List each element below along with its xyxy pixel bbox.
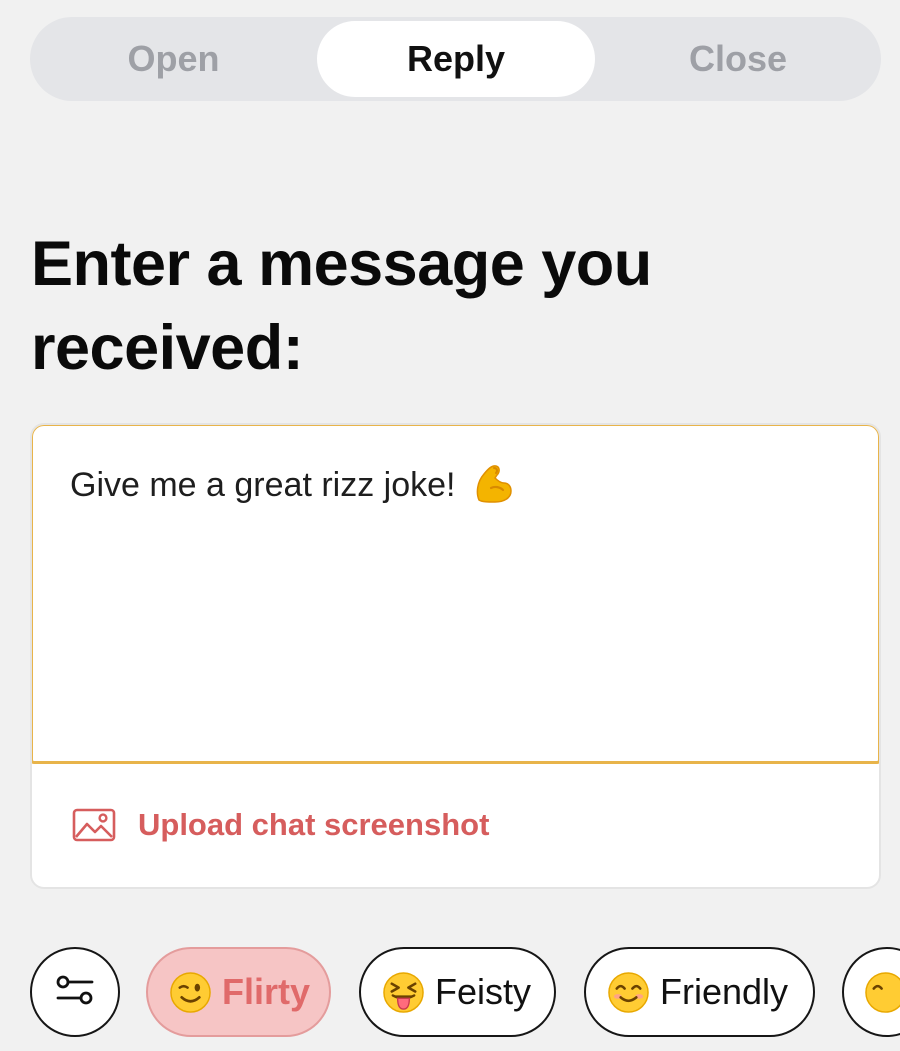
page-title: Enter a message you received: — [31, 229, 652, 383]
squinting-tongue-face-icon — [382, 971, 425, 1014]
message-input[interactable]: Give me a great rizz joke! — [32, 425, 879, 764]
tone-chip-flirty[interactable]: Flirty — [146, 947, 331, 1037]
tone-chip-partial[interactable] — [842, 947, 900, 1037]
tone-chip-friendly[interactable]: Friendly — [584, 947, 815, 1037]
image-icon — [72, 808, 116, 842]
sliders-icon — [54, 974, 96, 1011]
tone-chip-label: Friendly — [660, 971, 789, 1012]
winking-face-icon — [169, 971, 212, 1014]
flexed-biceps-icon — [473, 460, 515, 513]
tab-close[interactable]: Close — [595, 21, 881, 97]
tone-settings-button[interactable] — [30, 947, 120, 1037]
tone-chip-label: Feisty — [435, 971, 532, 1012]
message-value: Give me a great rizz joke! — [70, 466, 456, 504]
emoji-face-icon — [864, 971, 900, 1014]
tone-chip-label: Flirty — [222, 971, 311, 1012]
upload-label: Upload chat screenshot — [138, 807, 490, 842]
tone-chip-feisty[interactable]: Feisty — [359, 947, 556, 1037]
tab-reply[interactable]: Reply — [317, 21, 595, 97]
tab-open[interactable]: Open — [30, 21, 317, 97]
smiling-face-icon — [607, 971, 650, 1014]
upload-screenshot-button[interactable]: Upload chat screenshot — [72, 807, 489, 843]
message-card: Give me a great rizz joke! Upload chat s… — [30, 423, 881, 889]
message-text: Give me a great rizz joke! — [70, 460, 515, 513]
mode-tabs: Open Reply Close — [30, 17, 881, 101]
